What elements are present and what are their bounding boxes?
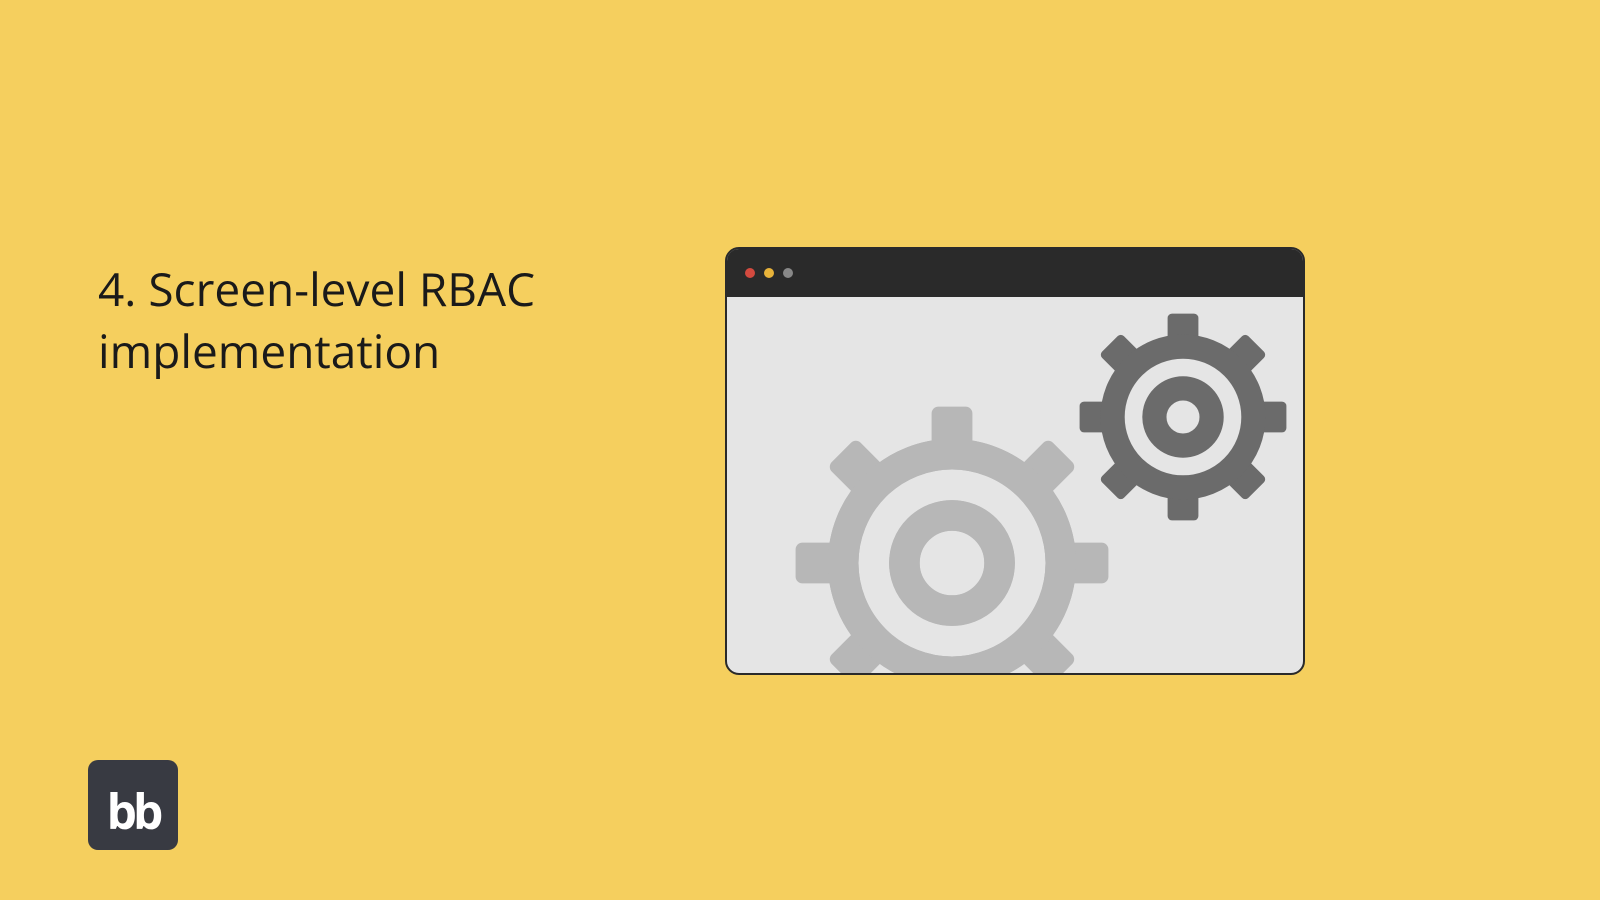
brand-logo-text: bb <box>107 788 160 836</box>
gear-small-icon <box>1073 307 1293 527</box>
window-body <box>727 297 1303 673</box>
window-titlebar <box>727 249 1303 297</box>
slide-heading: 4. Screen-level RBAC implementation <box>98 258 658 382</box>
minimize-dot-icon <box>764 268 774 278</box>
maximize-dot-icon <box>783 268 793 278</box>
close-dot-icon <box>745 268 755 278</box>
browser-window-illustration <box>725 247 1305 675</box>
gear-large-icon <box>782 393 1122 673</box>
brand-logo: bb <box>88 760 178 850</box>
